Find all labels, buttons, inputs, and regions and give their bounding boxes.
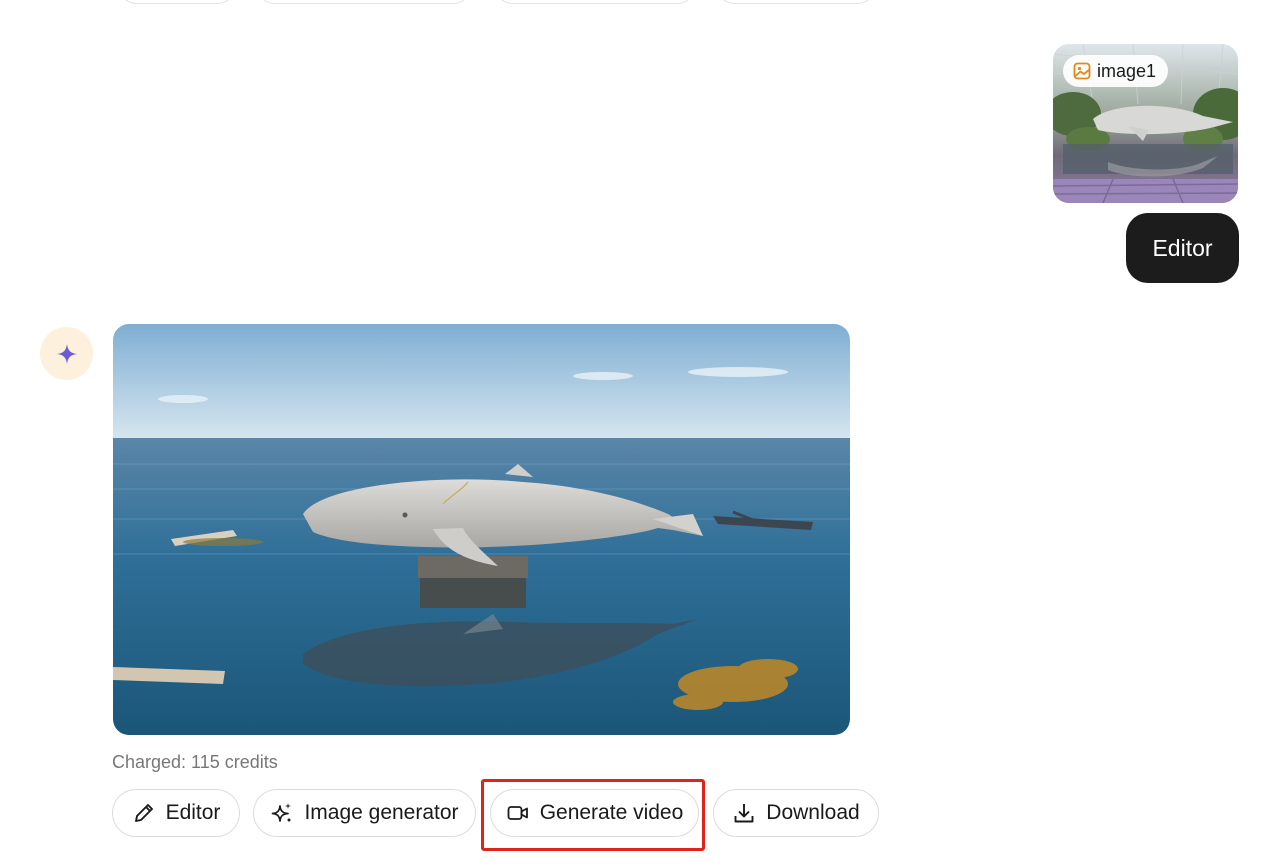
attachment-chip: image1 <box>1063 55 1169 87</box>
user-message-text: Editor <box>1152 234 1213 261</box>
user-message-bubble: Editor <box>1126 213 1239 283</box>
pencil-icon <box>134 804 153 822</box>
download-button[interactable]: Download <box>713 789 879 837</box>
download-icon <box>734 804 754 823</box>
generate-video-button[interactable]: Generate video <box>490 789 699 837</box>
previous-action-button[interactable] <box>118 0 236 4</box>
image-icon <box>1073 62 1091 80</box>
generate-video-button-label: Generate video <box>539 801 684 824</box>
previous-action-button[interactable] <box>494 0 696 4</box>
sparkles-icon <box>272 803 292 822</box>
download-button-label: Download <box>766 801 860 824</box>
whale-statue-ocean-image <box>113 324 850 735</box>
editor-button-label: Editor <box>165 801 221 824</box>
video-camera-icon <box>507 806 528 820</box>
image-generator-button[interactable]: Image generator <box>253 789 476 837</box>
assistant-avatar <box>40 327 93 380</box>
image-generator-button-label: Image generator <box>304 801 459 824</box>
user-attachment-thumbnail[interactable]: image1 <box>1053 44 1238 203</box>
attachment-label: image1 <box>1097 60 1157 81</box>
editor-button[interactable]: Editor <box>112 789 240 837</box>
previous-action-button[interactable] <box>256 0 472 4</box>
sparkle-icon <box>56 343 77 364</box>
previous-action-button[interactable] <box>716 0 876 4</box>
generated-image[interactable] <box>113 324 850 735</box>
credits-text: Charged: 115 credits <box>112 752 278 772</box>
